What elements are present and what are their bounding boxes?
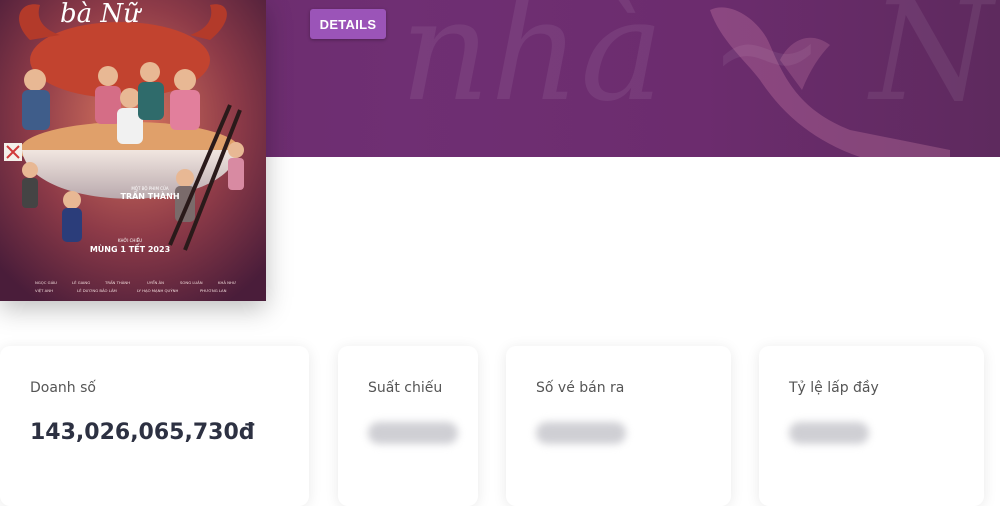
poster-credit: NGỌC GIÀU <box>35 280 57 285</box>
poster-credit: SONG LUÂN <box>180 280 203 285</box>
stat-card-tickets: Số vé bán ra <box>506 346 731 506</box>
poster-credit: PHƯƠNG LAN <box>200 288 227 293</box>
stat-label: Tỷ lệ lấp đầy <box>789 380 879 396</box>
poster-credit: TRẤN THÀNH <box>104 280 130 285</box>
details-button[interactable]: DETAILS <box>310 9 386 39</box>
stat-value-hidden <box>368 422 458 444</box>
stat-label: Doanh số <box>30 380 96 396</box>
stat-value-hidden <box>789 422 869 444</box>
stat-card-showtimes: Suất chiếu <box>338 346 478 506</box>
hero-hand-illustration <box>710 7 950 157</box>
poster-title: bà Nữ <box>60 0 142 29</box>
poster-credit: VIỆT ANH <box>35 288 53 293</box>
movie-poster[interactable]: bà Nữ MỘT BỘ PHIM CỦA TRẤN THÀNH KHỞI CH… <box>0 0 266 301</box>
poster-credit: LÊ GIANG <box>72 280 90 285</box>
poster-release-small: KHỞI CHIẾU <box>118 237 142 243</box>
poster-credit: UYỂN ÂN <box>147 280 164 285</box>
stat-value-hidden <box>536 422 626 444</box>
stat-label: Suất chiếu <box>368 380 443 396</box>
stat-card-occupancy: Tỷ lệ lấp đầy <box>759 346 984 506</box>
stat-label: Số vé bán ra <box>536 380 625 396</box>
stat-value-revenue: 143,026,065,730đ <box>30 420 255 445</box>
poster-credit: LÊ DƯƠNG BẢO LÂM <box>77 288 117 293</box>
poster-credit: LY HẠO MẠNH QUỲNH <box>137 288 178 293</box>
poster-credit: KHẢ NHƯ <box>218 280 237 285</box>
stat-card-revenue: Doanh số 143,026,065,730đ <box>0 346 309 506</box>
poster-image: bà Nữ MỘT BỘ PHIM CỦA TRẤN THÀNH KHỞI CH… <box>0 0 266 301</box>
poster-director-small: MỘT BỘ PHIM CỦA <box>131 186 169 191</box>
